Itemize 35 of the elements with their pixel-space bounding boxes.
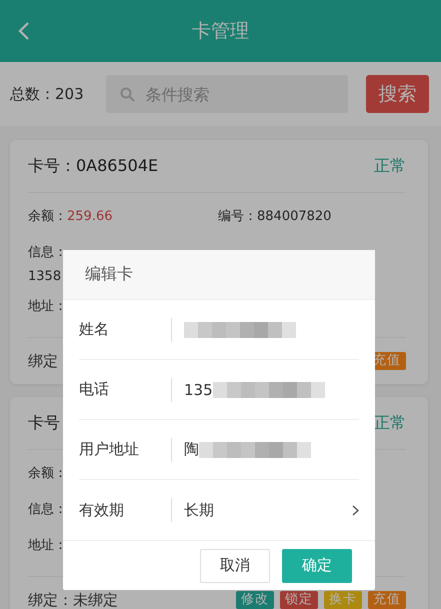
field-value: 1358 [28,269,62,284]
card-status: 正常 [374,412,406,434]
total-count: 总数：203 [10,84,84,104]
field-value[interactable]: 陶 [184,440,199,459]
search-icon [120,87,135,102]
field-label: 编号： [218,209,257,224]
field-label: 用户地址 [79,440,140,459]
field-label: 有效期 [79,500,125,520]
balance-value: 259.66 [67,209,112,224]
field-value[interactable]: 135 [184,380,213,398]
action-button[interactable]: 锁定 [280,591,318,609]
search-field[interactable]: 条件搜索 [106,75,348,113]
field-label: 余额： [28,209,67,224]
card-status: 正常 [374,156,406,176]
field-label: 地址： [28,538,67,553]
confirm-button[interactable]: 确定 [282,548,352,582]
field-label: 地址： [28,299,67,314]
action-button[interactable]: 换卡 [324,591,362,609]
action-button[interactable]: 修改 [236,591,274,609]
page-title: 卡管理 [192,19,249,44]
field-label: 余额： [28,466,67,481]
field-label: 信息： [28,502,67,517]
binding-status: 绑定：未绑定 [28,592,119,608]
field-label: 电话 [79,380,110,399]
dialog-title: 编辑卡 [63,250,375,300]
binding-status: 绑定 [28,352,59,370]
search-button[interactable]: 搜索 [366,75,429,113]
field-label: 姓名 [79,320,110,339]
card-number: 卡号：0A86504E [28,156,158,176]
card-number: 卡号 [28,412,60,434]
field-value[interactable]: 长期 [184,500,214,520]
cancel-button[interactable]: 取消 [200,548,270,582]
field-value: 884007820 [257,209,332,224]
action-button[interactable]: 充值 [368,591,406,609]
chevron-right-icon[interactable] [352,504,359,516]
